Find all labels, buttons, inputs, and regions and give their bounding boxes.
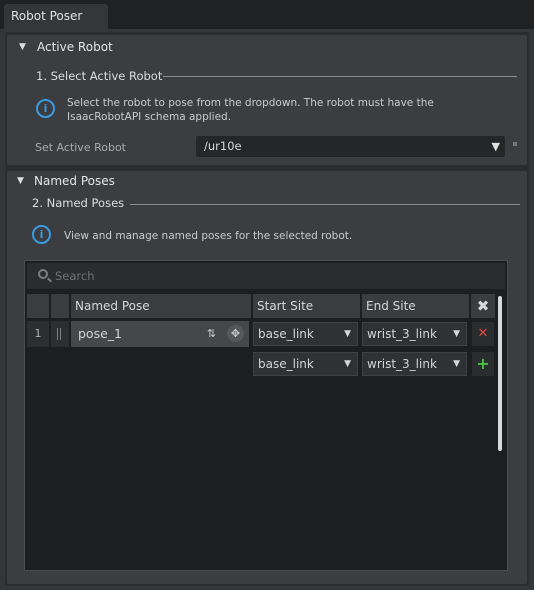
- info-text-line2: IsaacRobotAPI schema applied.: [67, 111, 232, 123]
- table-scrollbar[interactable]: [497, 294, 505, 453]
- tab-strip: Robot Poser: [0, 0, 534, 29]
- active-robot-header[interactable]: ▼ Active Robot: [7, 35, 527, 59]
- close-icon[interactable]: ✖: [471, 294, 495, 318]
- new-row-index: [27, 351, 49, 377]
- start-site-select[interactable]: base_link ▼: [253, 322, 358, 346]
- header-named-pose[interactable]: Named Pose: [71, 294, 251, 318]
- search-icon: [38, 269, 48, 279]
- new-start-site-value: base_link: [258, 357, 314, 371]
- end-site-select[interactable]: wrist_3_link ▼: [362, 322, 467, 346]
- active-robot-value: /ur10e: [204, 139, 242, 153]
- options-icon[interactable]: [513, 142, 517, 146]
- pose-name-cell[interactable]: pose_1 ⇅ ✥: [71, 321, 249, 347]
- search-input[interactable]: [55, 265, 495, 287]
- named-poses-info: View and manage named poses for the sele…: [64, 230, 353, 242]
- active-robot-title: Active Robot: [37, 40, 113, 54]
- named-poses-title: Named Poses: [34, 174, 115, 188]
- edit-pose-icon[interactable]: ⇅: [203, 325, 220, 342]
- new-start-site-select[interactable]: base_link ▼: [253, 352, 358, 376]
- robot-poser-panel: ▼ Active Robot 1. Select Active Robot i …: [0, 29, 534, 590]
- header-index: [27, 294, 49, 318]
- chevron-down-icon: ▼: [344, 359, 351, 369]
- chevron-down-icon: ▼: [453, 329, 460, 339]
- new-row-name-cell: [71, 351, 249, 377]
- divider: [130, 204, 520, 205]
- header-grip: [51, 294, 69, 318]
- header-end-site[interactable]: End Site: [362, 294, 469, 318]
- active-robot-section: ▼ Active Robot 1. Select Active Robot i …: [7, 35, 527, 165]
- search-bar: [27, 263, 505, 289]
- chevron-down-icon: ▼: [491, 140, 500, 153]
- active-robot-dropdown[interactable]: /ur10e ▼: [196, 136, 505, 157]
- row-index: 1: [27, 321, 49, 347]
- set-active-robot-label: Set Active Robot: [35, 141, 126, 154]
- info-icon: i: [36, 99, 55, 118]
- add-icon[interactable]: +: [472, 352, 494, 376]
- select-active-robot-step: 1. Select Active Robot: [36, 69, 163, 83]
- named-poses-step: 2. Named Poses: [32, 196, 125, 210]
- triangle-down-icon[interactable]: ▼: [19, 35, 26, 59]
- chevron-down-icon: ▼: [344, 329, 351, 339]
- scrollbar-thumb[interactable]: [498, 296, 502, 451]
- delete-icon[interactable]: ✕: [472, 322, 494, 346]
- info-text-line1: Select the robot to pose from the dropdo…: [67, 97, 434, 109]
- new-row-grip: [51, 351, 69, 377]
- tab-robot-poser[interactable]: Robot Poser: [4, 4, 108, 29]
- new-end-site-value: wrist_3_link: [367, 357, 437, 371]
- info-icon: i: [32, 225, 51, 244]
- pose-name: pose_1: [78, 326, 122, 341]
- divider: [163, 76, 517, 77]
- header-start-site[interactable]: Start Site: [253, 294, 360, 318]
- start-site-value: base_link: [258, 327, 314, 341]
- move-icon[interactable]: ✥: [227, 325, 244, 342]
- triangle-down-icon[interactable]: ▼: [17, 171, 24, 191]
- drag-handle-icon[interactable]: [51, 321, 69, 347]
- chevron-down-icon: ▼: [453, 359, 460, 369]
- end-site-value: wrist_3_link: [367, 327, 437, 341]
- named-poses-header[interactable]: ▼ Named Poses: [7, 171, 527, 191]
- panel-frame: ▼ Active Robot 1. Select Active Robot i …: [5, 32, 529, 586]
- new-end-site-select[interactable]: wrist_3_link ▼: [362, 352, 467, 376]
